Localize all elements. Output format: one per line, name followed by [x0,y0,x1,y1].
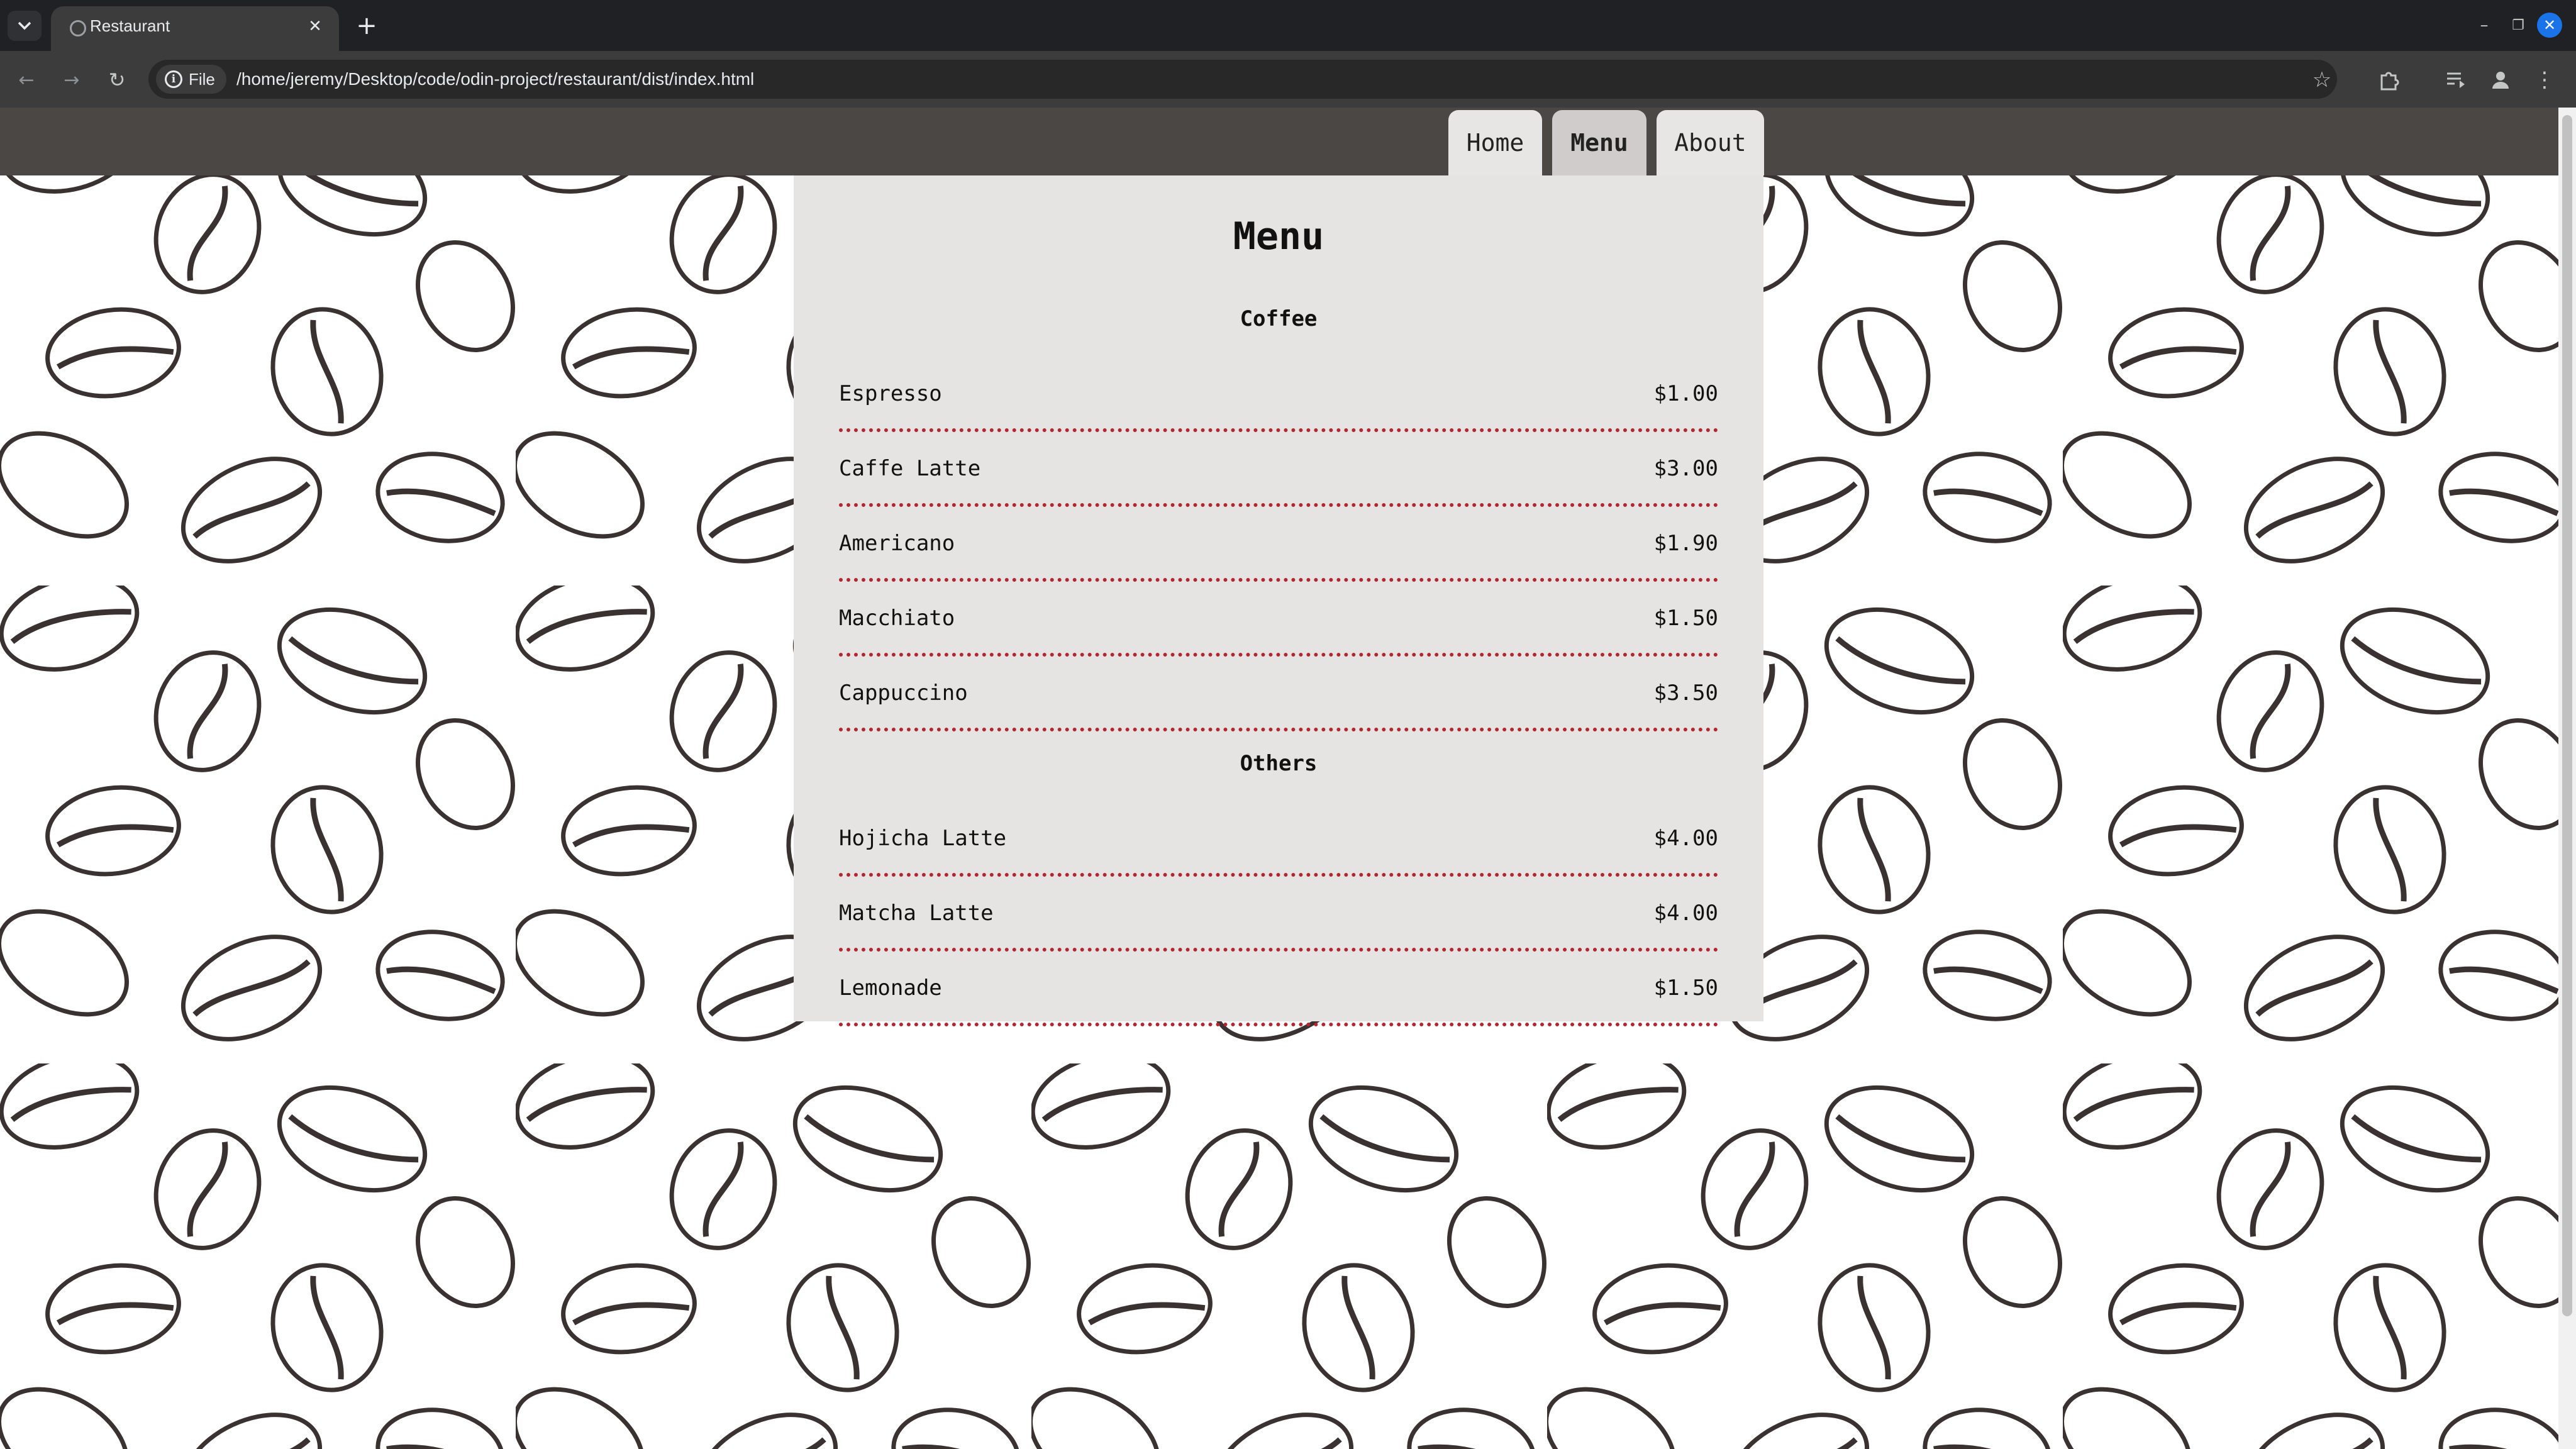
forward-button[interactable]: → [58,66,86,94]
browser-toolbar: ← → ↻ i File /home/jeremy/Desktop/code/o… [0,51,2576,108]
dotted-divider [839,728,1718,731]
page-title: Menu [1233,214,1324,258]
chevron-down-icon [18,21,31,30]
menu-item-name: Lemonade [839,975,942,1001]
arrow-left-icon: ← [18,69,35,91]
nav-tab-menu[interactable]: Menu [1552,110,1646,175]
menu-item: Lemonade $1.50 [839,952,1718,1026]
menu-item-price: $3.00 [1653,456,1718,481]
menu-item-price: $1.00 [1653,381,1718,406]
close-tab-icon[interactable]: ✕ [304,15,326,38]
media-queue-icon [2447,72,2465,88]
menu-item: Cappuccino $3.50 [839,657,1718,731]
media-controls-button[interactable] [2443,66,2470,94]
extensions-button[interactable] [2375,66,2402,94]
address-bar[interactable]: i File /home/jeremy/Desktop/code/odin-pr… [148,60,2337,99]
menu-item-name: Macchiato [839,606,955,631]
url-text[interactable]: /home/jeremy/Desktop/code/odin-project/r… [236,69,754,89]
menu-item-price: $4.00 [1653,826,1718,851]
scrollbar-thumb[interactable] [2562,115,2572,1316]
menu-item: Matcha Latte $4.00 [839,877,1718,952]
site-info-label: File [189,69,215,89]
site-header: Home Menu About [0,108,2558,175]
plus-icon: + [356,11,377,40]
reload-icon: ↻ [108,68,126,92]
globe-icon [70,20,86,36]
close-icon: ✕ [2543,16,2557,34]
menu-item-name: Caffe Latte [839,456,981,481]
page-viewport: Home Menu About Menu Coffee Espresso $1.… [0,108,2558,1449]
maximize-window-button[interactable]: ❐ [2506,13,2531,38]
new-tab-button[interactable]: + [352,11,381,40]
info-icon: i [165,70,182,88]
section-heading-others: Others [1240,751,1318,776]
menu-item-price: $4.00 [1653,901,1718,926]
browser-tab-strip: Restaurant ✕ + – ❐ ✕ [0,0,2576,51]
menu-item: Americano $1.90 [839,507,1718,582]
dotted-divider [839,1023,1718,1026]
browser-tab-active[interactable]: Restaurant ✕ [51,6,339,51]
menu-panel: Menu Coffee Espresso $1.00 Caffe Latte $… [794,175,1763,1026]
kebab-menu-icon: ⋮ [2534,67,2555,92]
minimize-window-button[interactable]: – [2472,13,2497,38]
menu-item-price: $1.50 [1653,606,1718,631]
menu-item: Hojicha Latte $4.00 [839,802,1718,877]
reload-button[interactable]: ↻ [103,66,131,94]
person-icon [2492,72,2509,89]
menu-item-name: Matcha Latte [839,901,994,926]
menu-item-name: Americano [839,531,955,556]
star-icon: ☆ [2312,67,2332,92]
nav-tab-home[interactable]: Home [1448,110,1542,175]
puzzle-icon [2380,72,2399,91]
menu-item-price: $3.50 [1653,680,1718,706]
browser-menu-button[interactable]: ⋮ [2531,66,2558,94]
menu-item: Caffe Latte $3.00 [839,432,1718,507]
tab-search-button[interactable] [8,11,42,41]
menu-item-name: Espresso [839,381,942,406]
menu-item: Espresso $1.00 [839,357,1718,432]
back-button[interactable]: ← [13,66,40,94]
site-info-chip[interactable]: i File [156,65,226,94]
menu-item-price: $1.90 [1653,531,1718,556]
arrow-right-icon: → [64,69,80,91]
bookmark-button[interactable]: ☆ [2308,66,2336,94]
restore-icon: ❐ [2512,17,2524,33]
profile-button[interactable] [2487,66,2514,94]
section-heading-coffee: Coffee [1240,306,1318,331]
nav-tab-about[interactable]: About [1657,110,1764,175]
menu-item-price: $1.50 [1653,975,1718,1001]
menu-item-name: Hojicha Latte [839,826,1007,851]
minimize-icon: – [2480,16,2489,35]
close-window-button[interactable]: ✕ [2537,13,2562,38]
menu-item: Macchiato $1.50 [839,582,1718,657]
page-scrollbar[interactable] [2558,108,2576,1449]
tab-title: Restaurant [90,16,170,35]
menu-item-name: Cappuccino [839,680,968,706]
